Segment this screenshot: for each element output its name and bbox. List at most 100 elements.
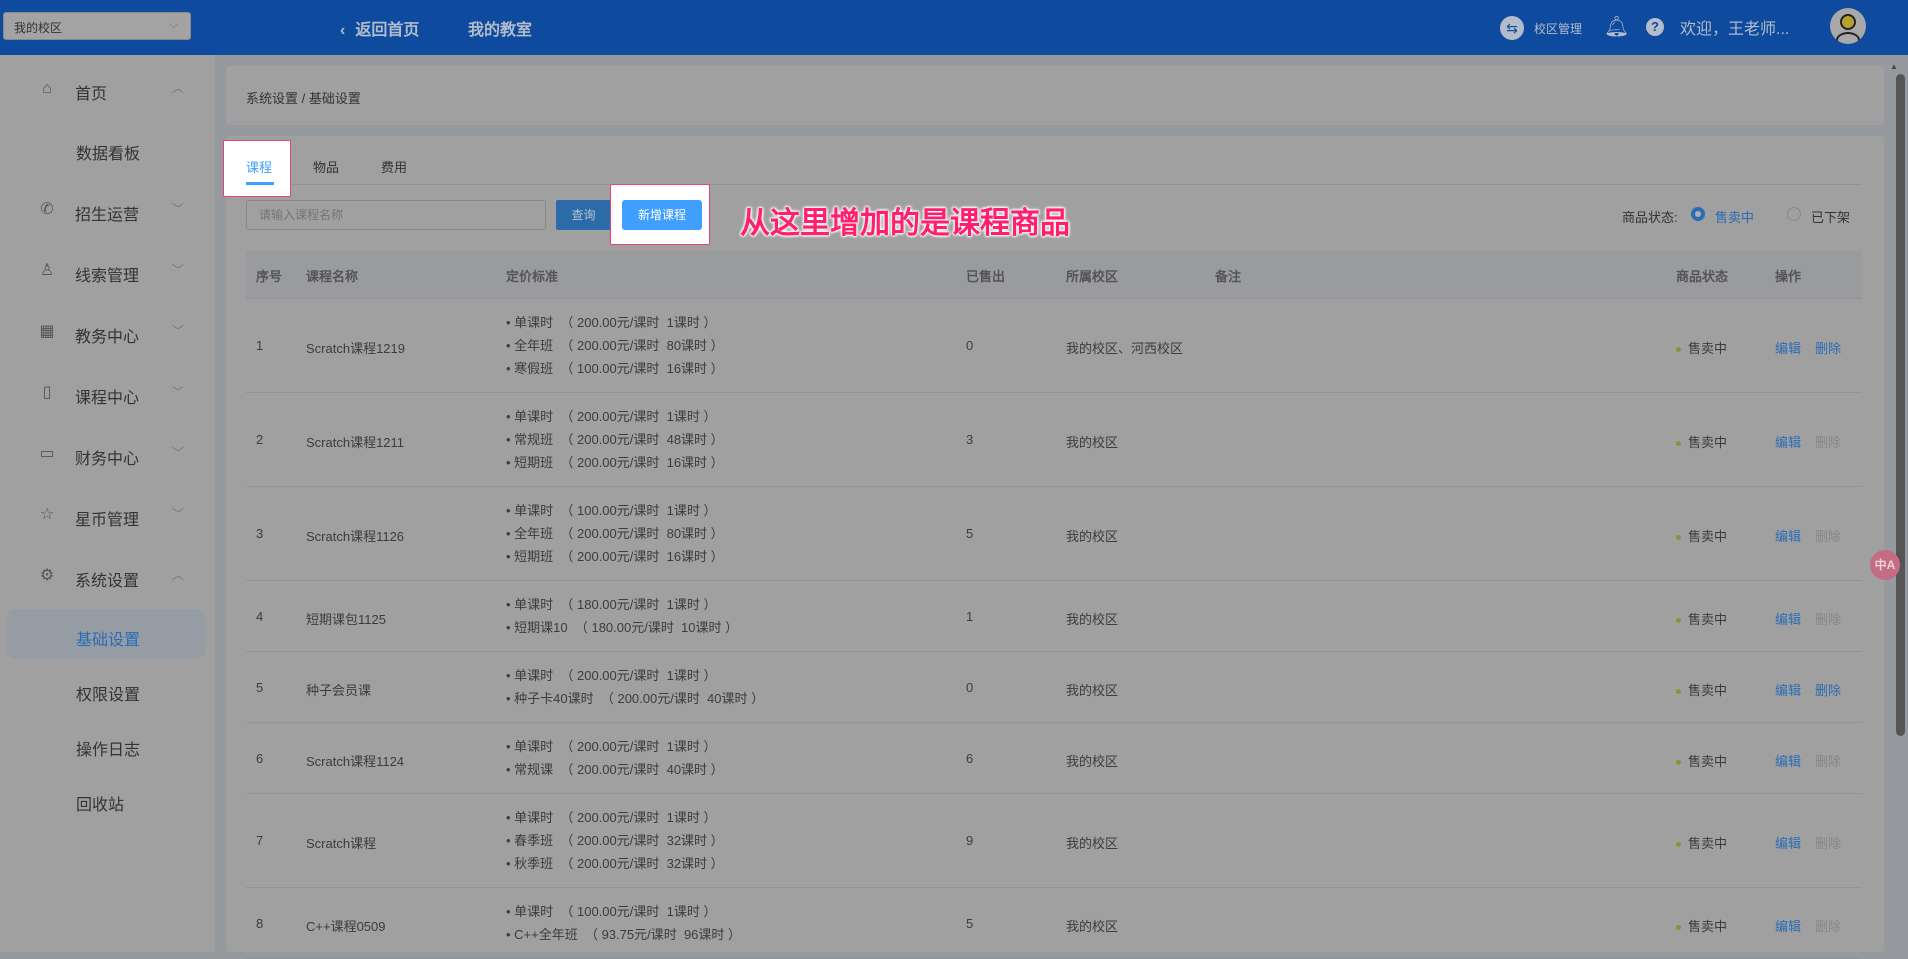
status-text: 售卖中 — [1688, 529, 1728, 544]
my-classroom-link[interactable]: 我的教室 — [468, 16, 532, 40]
tab-fees[interactable]: 费用 — [381, 157, 407, 176]
radio-off-shelf[interactable] — [1787, 207, 1801, 221]
sidebar-item[interactable]: ▯ 课程中心 ﹀ — [0, 379, 215, 409]
pricing-item: • 单课时 （ 200.00元/课时 1课时 ） — [506, 409, 717, 424]
status-dot — [1676, 924, 1681, 930]
status-dot — [1676, 617, 1681, 623]
pricing-item: • 单课时 （ 180.00元/课时 1课时 ） — [506, 597, 717, 612]
table-row: 6 Scratch课程1124 • 单课时 （ 200.00元/课时 1课时 ）… — [246, 723, 1862, 794]
sidebar-item[interactable]: 权限设置 — [0, 676, 215, 706]
status-text: 售卖中 — [1688, 341, 1728, 356]
delete-link[interactable]: 删除 — [1815, 609, 1841, 628]
column-header: 商品状态 — [1676, 269, 1729, 284]
sidebar-item[interactable]: ⚙ 系统设置 ︿ — [0, 562, 215, 592]
edit-link[interactable]: 编辑 — [1775, 432, 1801, 451]
translate-icon[interactable]: 中A — [1870, 550, 1900, 580]
sidebar-item[interactable]: ☆ 星币管理 ﹀ — [0, 501, 215, 531]
pricing-item: • 全年班 （ 200.00元/课时 80课时 ） — [506, 338, 724, 353]
chevron-left-icon: ‹ — [340, 22, 346, 39]
campus: 我的校区 — [1066, 435, 1119, 450]
card-icon: ▭ — [39, 445, 55, 462]
delete-link[interactable]: 删除 — [1815, 338, 1841, 357]
pricing-list: • 单课时 （ 100.00元/课时 1课时 ） • C++全年班 （ 93.75… — [506, 900, 741, 946]
sidebar-item[interactable]: ♙ 线索管理 ﹀ — [0, 257, 215, 287]
edit-link[interactable]: 编辑 — [1775, 680, 1801, 699]
status-badge: 售卖中 — [1676, 338, 1727, 357]
sidebar-item[interactable]: ▦ 教务中心 ﹀ — [0, 318, 215, 348]
bell-icon[interactable]: 🔔︎ — [1604, 14, 1629, 39]
course-name-search-input[interactable] — [246, 200, 546, 230]
scroll-up-arrow[interactable]: ▲ — [1890, 62, 1898, 71]
pricing-item: • 短期班 （ 200.00元/课时 16课时 ） — [506, 549, 724, 564]
campus: 我的校区 — [1066, 682, 1119, 698]
delete-link[interactable]: 删除 — [1815, 833, 1841, 852]
sidebar-item-label: 招生运营 — [75, 207, 140, 224]
status-badge: 售卖中 — [1676, 609, 1727, 628]
status-text: 售卖中 — [1688, 435, 1728, 450]
row-number: 5 — [256, 679, 264, 695]
radio-on-sale-label[interactable]: 售卖中 — [1715, 207, 1754, 226]
course-name: 种子会员课 — [306, 682, 372, 698]
row-number: 1 — [256, 338, 264, 353]
pricing-item: • 常规课 （ 200.00元/课时 40课时 ） — [506, 762, 724, 777]
welcome-text[interactable]: 欢迎，王老师... — [1680, 15, 1789, 39]
edit-link[interactable]: 编辑 — [1775, 916, 1801, 935]
radio-on-sale[interactable] — [1691, 207, 1705, 221]
swap-icon[interactable]: ⇆ — [1500, 16, 1524, 40]
tabs-divider — [246, 184, 1862, 185]
edit-link[interactable]: 编辑 — [1775, 609, 1801, 628]
delete-link[interactable]: 删除 — [1815, 680, 1841, 699]
help-icon[interactable]: ? — [1646, 18, 1664, 36]
column-header: 定价标准 — [506, 269, 559, 284]
query-button[interactable]: 查询 — [556, 200, 611, 230]
radio-off-shelf-label[interactable]: 已下架 — [1811, 207, 1850, 226]
tab-items[interactable]: 物品 — [313, 157, 339, 176]
sold-count: 6 — [966, 750, 974, 766]
status-dot — [1676, 759, 1681, 765]
sidebar-item[interactable]: 操作日志 — [0, 731, 215, 761]
scrollbar-thumb[interactable] — [1896, 74, 1905, 736]
building-icon: ▦ — [39, 323, 55, 340]
status-text: 售卖中 — [1688, 611, 1728, 627]
avatar[interactable] — [1830, 8, 1866, 44]
status-text: 售卖中 — [1688, 682, 1728, 698]
sidebar-item[interactable]: ✆ 招生运营 ﹀ — [0, 196, 215, 226]
campus-manage-link[interactable]: 校区管理 — [1534, 20, 1582, 37]
add-course-button[interactable]: 新增课程 — [622, 200, 702, 230]
delete-link[interactable]: 删除 — [1815, 751, 1841, 770]
pricing-list: • 单课时 （ 200.00元/课时 1课时 ） • 常规班 （ 200.00元/… — [506, 405, 724, 474]
delete-link[interactable]: 删除 — [1815, 432, 1841, 451]
course-name: Scratch课程 — [306, 836, 377, 851]
edit-link[interactable]: 编辑 — [1775, 526, 1801, 545]
sidebar-item[interactable]: ⌂ 首页 ︿ — [0, 75, 215, 105]
sidebar-item[interactable]: ▭ 财务中心 ﹀ — [0, 440, 215, 470]
pricing-list: • 单课时 （ 200.00元/课时 1课时 ） • 种子卡40课时 （ 200.… — [506, 664, 764, 710]
tab-course[interactable]: 课程 — [246, 157, 272, 176]
chevron-icon: ﹀ — [172, 507, 185, 521]
sidebar-item[interactable]: 基础设置 — [0, 621, 215, 651]
chevron-icon: ﹀ — [172, 202, 185, 216]
sidebar-item-label: 线索管理 — [75, 268, 140, 285]
status-badge: 售卖中 — [1676, 526, 1727, 545]
chevron-down-icon: ⌵ — [168, 17, 178, 31]
campus-select-value: 我的校区 — [14, 21, 63, 35]
pricing-item: • 种子卡40课时 （ 200.00元/课时 40课时 ） — [506, 691, 765, 706]
edit-link[interactable]: 编辑 — [1775, 338, 1801, 357]
delete-link[interactable]: 删除 — [1815, 526, 1841, 545]
edit-link[interactable]: 编辑 — [1775, 833, 1801, 852]
sidebar-item[interactable]: 回收站 — [0, 786, 215, 816]
back-home-link[interactable]: ‹ 返回首页 — [340, 16, 419, 40]
row-number: 4 — [256, 608, 264, 624]
sidebar-item[interactable]: 数据看板 — [0, 135, 215, 165]
sidebar-item-label: 操作日志 — [76, 742, 141, 759]
campus-select[interactable]: 我的校区 ⌵ — [3, 12, 191, 40]
sidebar-item-label: 财务中心 — [75, 451, 140, 468]
edit-link[interactable]: 编辑 — [1775, 751, 1801, 770]
pricing-item: • 单课时 （ 200.00元/课时 1课时 ） — [506, 810, 717, 825]
status-dot — [1676, 842, 1681, 848]
top-header: 我的校区 ⌵ ‹ 返回首页 我的教室 ⇆ 校区管理 🔔︎ ? 欢迎，王老师... — [0, 0, 1908, 55]
course-name: Scratch课程1211 — [306, 435, 405, 450]
delete-link[interactable]: 删除 — [1815, 916, 1841, 935]
chevron-icon: ﹀ — [172, 263, 185, 277]
sidebar-item-label: 基础设置 — [76, 632, 141, 649]
